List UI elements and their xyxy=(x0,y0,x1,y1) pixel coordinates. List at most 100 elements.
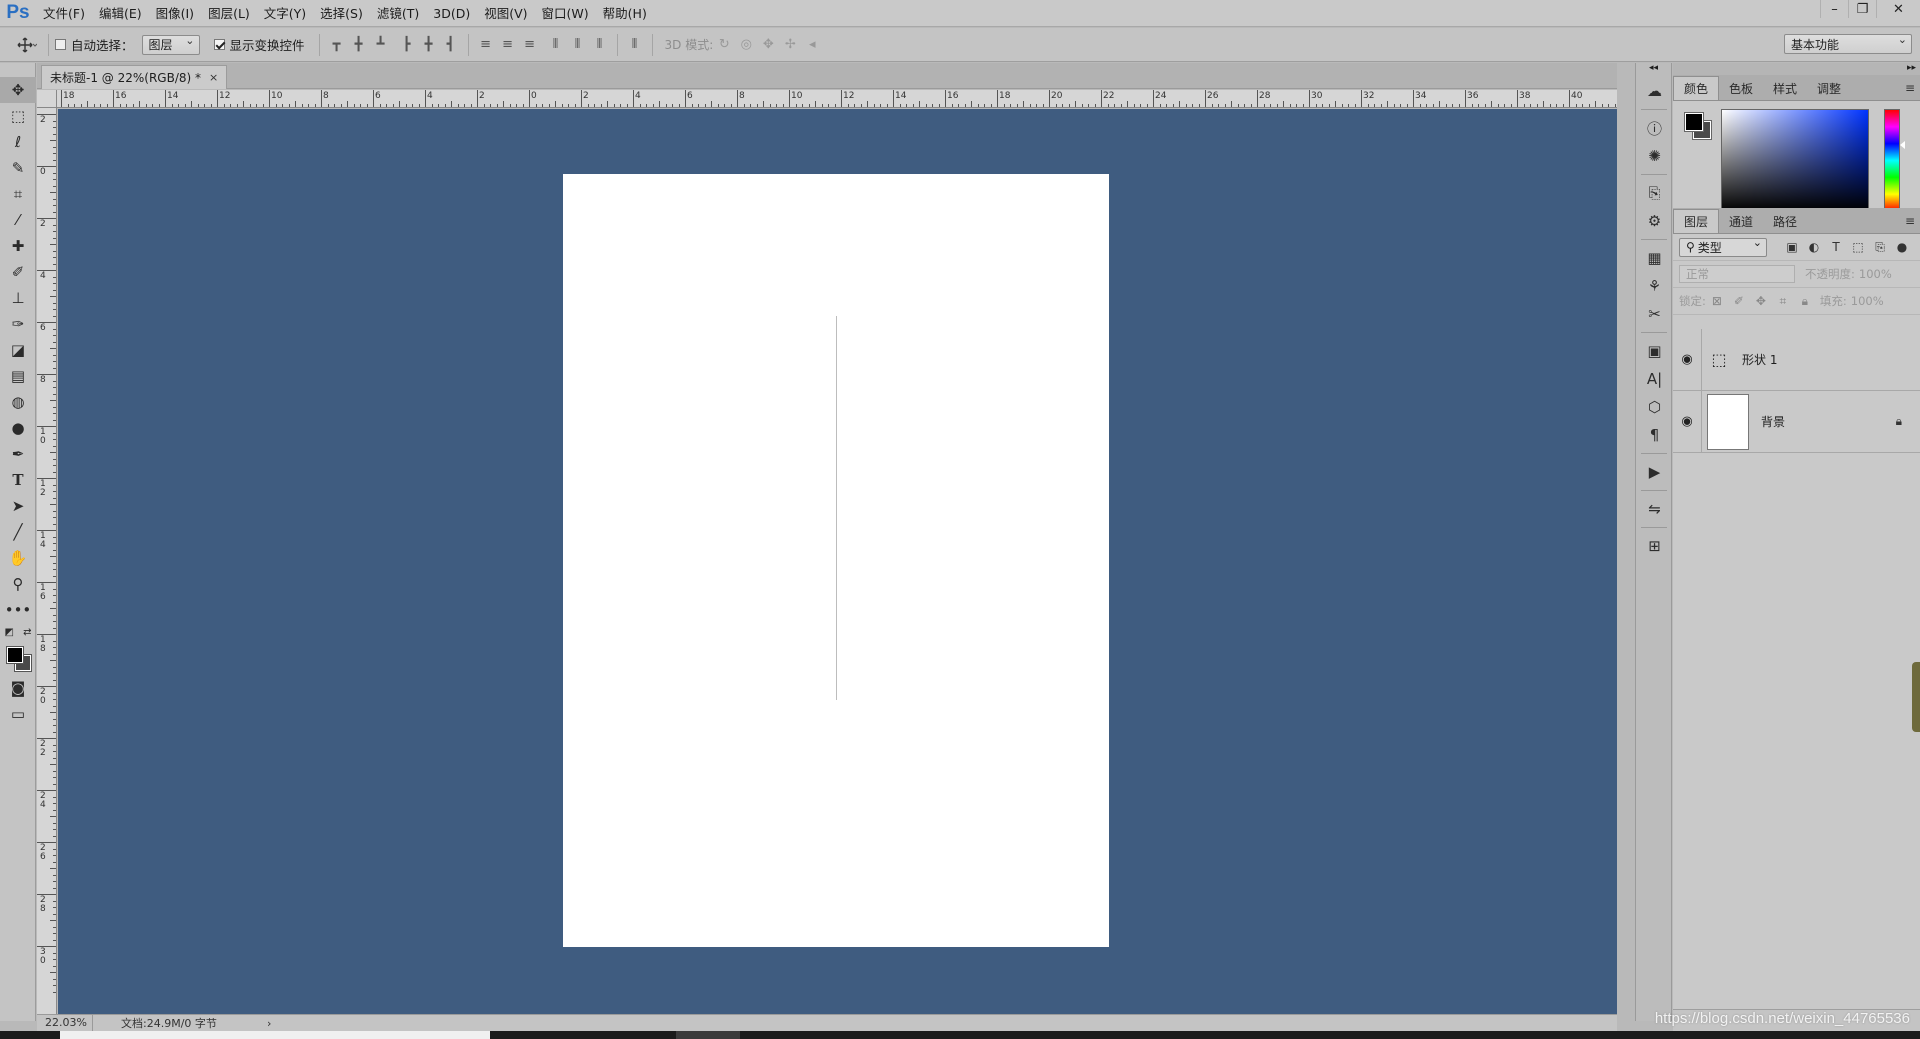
path-selection-tool-icon[interactable]: ➤ xyxy=(0,493,36,519)
lock-pixels-icon[interactable]: ✐ xyxy=(1728,294,1750,308)
dodge-tool-icon[interactable]: ● xyxy=(0,415,36,441)
collapse-strip-icon[interactable]: ◂◂ xyxy=(1636,63,1671,77)
3d-panel-icon[interactable]: ⬡ xyxy=(1636,393,1673,421)
color-picker-field[interactable] xyxy=(1721,109,1869,212)
side-scroll-grip[interactable] xyxy=(1912,662,1920,732)
eraser-tool-icon[interactable]: ◪ xyxy=(0,337,36,363)
lock-icon[interactable]: 🔒︎ xyxy=(1896,414,1902,429)
show-transform-toggle[interactable]: 显示变换控件 xyxy=(213,35,305,54)
align-bottom-icon[interactable]: ┻ xyxy=(370,34,392,56)
visibility-eye-icon[interactable]: ◉ xyxy=(1673,352,1701,367)
brush-tool-icon[interactable]: ✐ xyxy=(0,259,36,285)
panel-menu-icon[interactable]: ≡ xyxy=(1905,214,1915,228)
show-transform-checkbox[interactable] xyxy=(213,39,225,50)
workspace-dropdown[interactable]: 基本功能 xyxy=(1784,33,1912,54)
quick-selection-tool-icon[interactable]: ✎ xyxy=(0,155,36,181)
tab-adjustments[interactable]: 调整 xyxy=(1807,76,1851,100)
character-styles-icon[interactable]: A| xyxy=(1636,365,1673,393)
hand-tool-icon[interactable]: ✋ xyxy=(0,545,36,571)
align-right-icon[interactable]: ┫ xyxy=(440,34,462,56)
blur-tool-icon[interactable]: ◍ xyxy=(0,389,36,415)
actions-panel-icon[interactable]: ▶ xyxy=(1636,458,1673,486)
3d-drag-icon[interactable]: ✥ xyxy=(757,34,779,56)
properties-panel-icon[interactable]: ⚙ xyxy=(1636,207,1673,235)
filter-type-icon[interactable]: T xyxy=(1825,240,1847,254)
menu-layer[interactable]: 图层(L) xyxy=(201,0,257,27)
distribute-left-icon[interactable]: ⫴ xyxy=(545,34,567,56)
zoom-tool-icon[interactable]: ⚲ xyxy=(0,571,36,597)
crop-tool-icon[interactable]: ⌗ xyxy=(0,181,36,207)
menu-edit[interactable]: 编辑(E) xyxy=(92,0,149,27)
canvas-workspace[interactable] xyxy=(58,109,1617,1014)
layer-comps-icon[interactable]: ⇋ xyxy=(1636,495,1673,523)
menu-select[interactable]: 选择(S) xyxy=(313,0,370,27)
paragraph-panel-icon[interactable]: ¶ xyxy=(1636,421,1673,449)
menu-type[interactable]: 文字(Y) xyxy=(257,0,313,27)
move-tool-icon[interactable]: ✥ xyxy=(0,77,36,103)
filter-pixel-icon[interactable]: ▣ xyxy=(1781,240,1803,254)
move-tool-preset-icon[interactable] xyxy=(12,34,42,56)
3d-rotate-icon[interactable]: ↻ xyxy=(713,34,735,56)
lock-all-icon[interactable]: 🔒︎ xyxy=(1794,294,1816,309)
menu-3d[interactable]: 3D(D) xyxy=(426,0,477,27)
marquee-tool-icon[interactable]: ⬚ xyxy=(0,103,36,129)
tool-presets-icon[interactable]: ✂ xyxy=(1636,300,1673,328)
menu-file[interactable]: 文件(F) xyxy=(36,0,92,27)
layer-row-shape[interactable]: ◉ ⬚ 形状 1 xyxy=(1673,328,1920,391)
distribute-vertical-center-icon[interactable]: ≡ xyxy=(497,34,519,56)
fill-field[interactable]: 100% xyxy=(1851,294,1884,308)
gradient-tool-icon[interactable]: ▤ xyxy=(0,363,36,389)
quick-mask-icon[interactable]: ◙ xyxy=(0,675,36,701)
brush-panel-icon[interactable]: ▦ xyxy=(1636,244,1673,272)
visibility-eye-icon[interactable]: ◉ xyxy=(1673,414,1701,429)
status-menu-arrow[interactable]: › xyxy=(267,1017,271,1030)
tab-paths[interactable]: 路径 xyxy=(1763,209,1807,233)
color-swap-controls[interactable]: ◩ ⇄ xyxy=(0,623,36,641)
layer-name[interactable]: 背景 xyxy=(1761,413,1785,430)
layer-filter-dropdown[interactable]: ⚲ 类型 xyxy=(1679,236,1767,257)
more-tools-icon[interactable]: ••• xyxy=(0,597,36,623)
menu-view[interactable]: 视图(V) xyxy=(477,0,534,27)
foreground-color-swatch[interactable] xyxy=(6,646,24,664)
clone-stamp-tool-icon[interactable]: ⊥ xyxy=(0,285,36,311)
horizontal-ruler[interactable]: 18 16 14 12 10 8 6 4 2 0 2 4 6 8 10 12 14 16 18 20 22 24 26 28 3… xyxy=(57,90,1617,108)
clone-source-panel-icon[interactable]: ⎘ xyxy=(1636,179,1673,207)
tab-color[interactable]: 颜色 xyxy=(1673,76,1720,100)
minimize-button[interactable]: – xyxy=(1820,0,1848,18)
filter-adjustment-icon[interactable]: ◐ xyxy=(1803,240,1825,254)
swap-colors-icon[interactable]: ⇄ xyxy=(23,627,31,638)
auto-align-layers-icon[interactable]: ⦀ xyxy=(624,34,646,56)
filter-toggle-icon[interactable]: ● xyxy=(1891,240,1913,254)
align-left-icon[interactable]: ┣ xyxy=(396,34,418,56)
collapse-panels-icon[interactable]: ▸▸ xyxy=(1673,63,1920,75)
navigator-panel-icon[interactable]: ✺ xyxy=(1636,142,1673,170)
type-tool-icon[interactable]: T xyxy=(0,467,36,493)
align-horizontal-center-icon[interactable]: ╋ xyxy=(418,34,440,56)
pen-tool-icon[interactable]: ✒ xyxy=(0,441,36,467)
tab-layers[interactable]: 图层 xyxy=(1673,209,1720,233)
3d-scale-icon[interactable]: ◂ xyxy=(801,34,823,56)
tab-swatches[interactable]: 色板 xyxy=(1719,76,1763,100)
hue-slider[interactable] xyxy=(1884,109,1900,212)
menu-help[interactable]: 帮助(H) xyxy=(596,0,654,27)
brush-presets-icon[interactable]: ⚘ xyxy=(1636,272,1673,300)
foreground-color-swatch[interactable] xyxy=(1684,112,1704,132)
hue-slider-marker[interactable] xyxy=(1900,141,1905,149)
layer-row-background[interactable]: ◉ 背景 🔒︎ xyxy=(1673,390,1920,453)
tab-styles[interactable]: 样式 xyxy=(1763,76,1807,100)
taskbar-item[interactable] xyxy=(676,1031,740,1039)
document-canvas[interactable] xyxy=(563,174,1109,947)
character-panel-icon[interactable]: ▣ xyxy=(1636,337,1673,365)
align-top-icon[interactable]: ┳ xyxy=(326,34,348,56)
history-panel-icon[interactable]: ☁ xyxy=(1636,77,1673,105)
lock-artboard-icon[interactable]: ⌗ xyxy=(1772,294,1794,309)
eyedropper-tool-icon[interactable]: ⁄ xyxy=(0,207,36,233)
3d-slide-icon[interactable]: ✢ xyxy=(779,34,801,56)
tab-channels[interactable]: 通道 xyxy=(1719,209,1763,233)
auto-select-target-dropdown[interactable]: 图层 xyxy=(141,34,200,55)
document-tab[interactable]: 未标题-1 @ 22%(RGB/8) * × xyxy=(41,65,228,89)
line-tool-icon[interactable]: ╱ xyxy=(0,519,36,545)
taskbar-item[interactable] xyxy=(60,1031,490,1039)
align-vertical-center-icon[interactable]: ╋ xyxy=(348,34,370,56)
vertical-ruler[interactable]: 2 0 2 4 6 8 10 12 14 16 18 20 22 24 26 28 30 xyxy=(37,108,57,1014)
